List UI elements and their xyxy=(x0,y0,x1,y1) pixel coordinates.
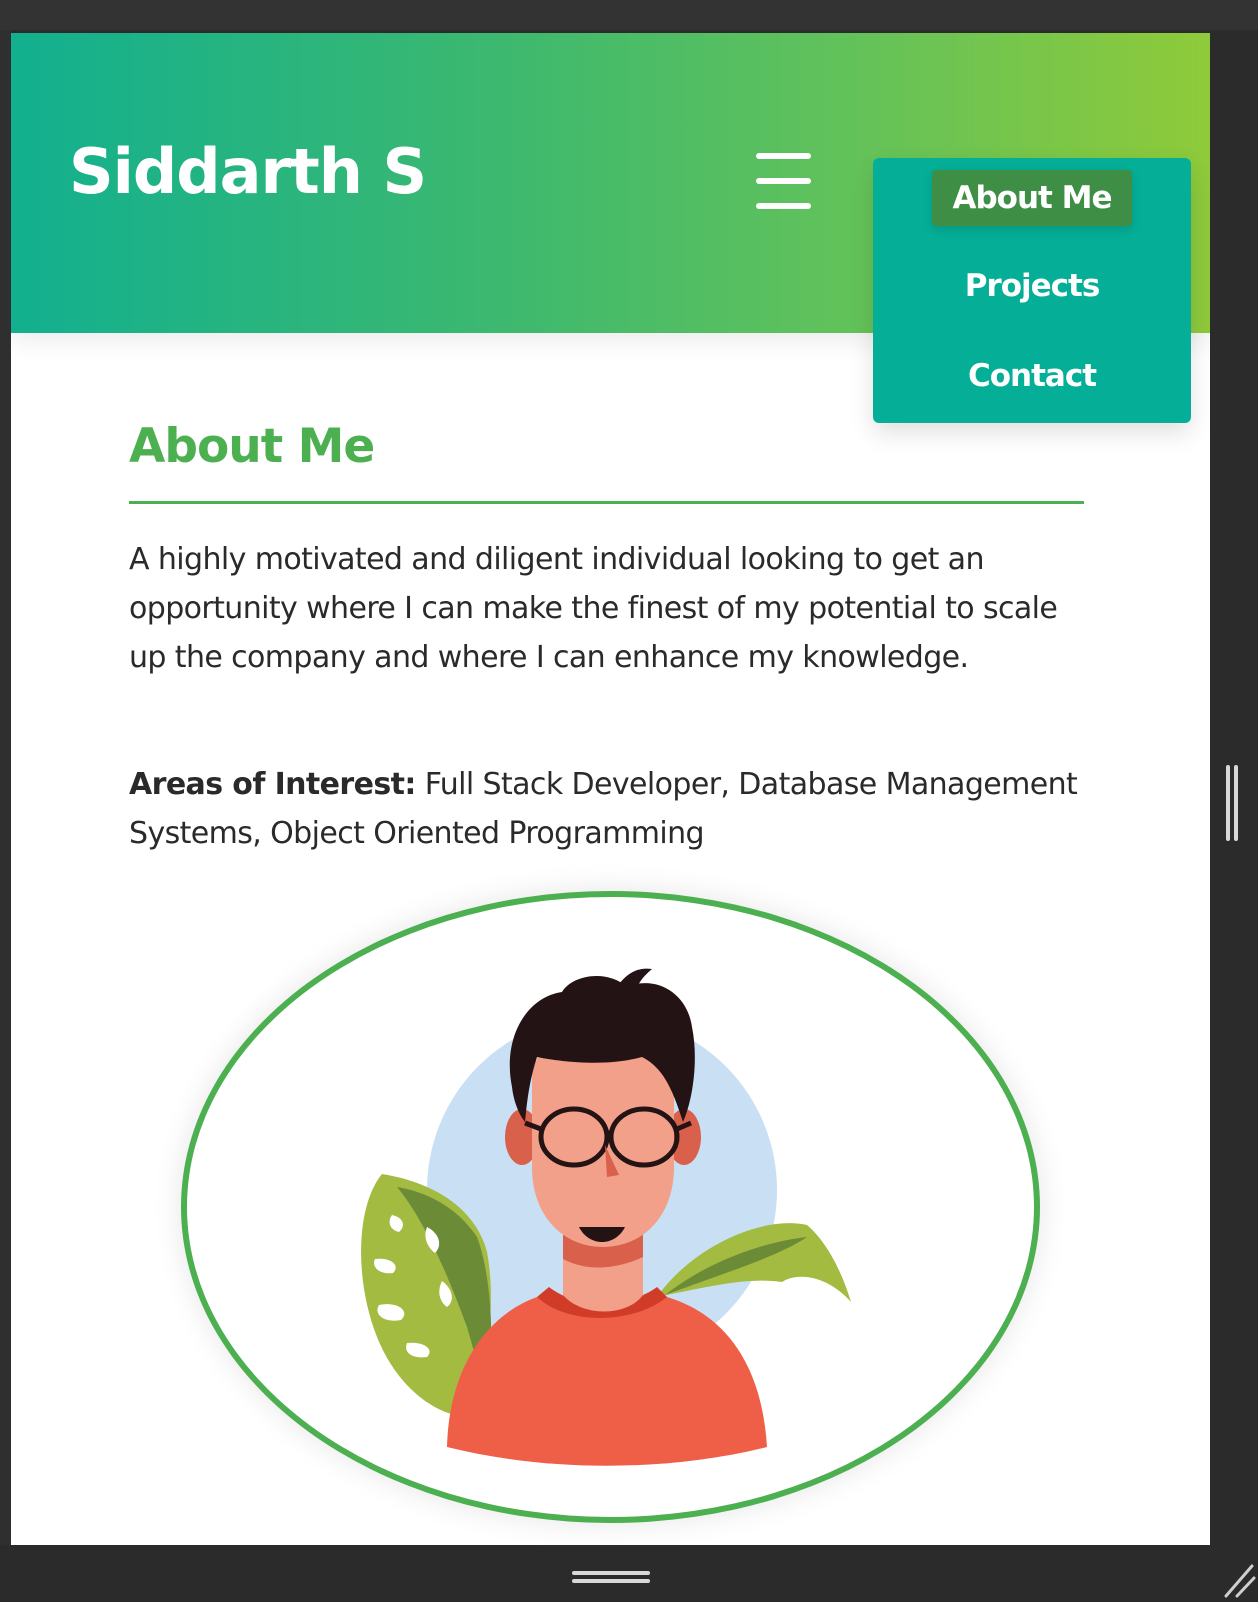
window-bottom-bar xyxy=(0,1545,1258,1602)
bio-paragraph: A highly motivated and diligent individu… xyxy=(129,542,1058,675)
resize-corner-icon[interactable] xyxy=(1222,1562,1256,1598)
interests-label: Areas of Interest: xyxy=(129,767,416,802)
face-illustration xyxy=(532,1032,674,1247)
nav-item-label: Contact xyxy=(967,358,1097,394)
nav-item-contact[interactable]: Contact xyxy=(873,358,1191,394)
vertical-resize-grip-icon[interactable] xyxy=(1226,765,1230,841)
site-title[interactable]: Siddarth S xyxy=(69,141,427,203)
man-with-glasses-avatar-illustration xyxy=(361,968,851,1466)
horizontal-resize-grip-icon[interactable] xyxy=(572,1571,650,1575)
horizontal-resize-grip-icon[interactable] xyxy=(572,1579,650,1583)
page-viewport: Siddarth S About Me Projects Contact Abo… xyxy=(11,33,1210,1545)
window-right-edge xyxy=(1210,30,1258,1545)
interests-paragraph: Areas of Interest: Full Stack Developer,… xyxy=(129,760,1089,858)
avatar-frame xyxy=(181,891,1040,1523)
nav-dropdown-menu: About Me Projects Contact xyxy=(873,158,1191,423)
heading-divider xyxy=(129,501,1084,504)
window-top-bar xyxy=(0,0,1258,30)
nav-item-label: Projects xyxy=(964,268,1101,304)
vertical-resize-grip-icon[interactable] xyxy=(1234,765,1238,841)
window-left-edge xyxy=(0,30,11,1545)
about-heading: About Me xyxy=(129,419,375,474)
nav-item-label: About Me xyxy=(932,170,1132,226)
hamburger-menu-icon[interactable] xyxy=(756,153,811,211)
nav-item-about-me[interactable]: About Me xyxy=(873,170,1191,226)
nav-item-projects[interactable]: Projects xyxy=(873,268,1191,304)
